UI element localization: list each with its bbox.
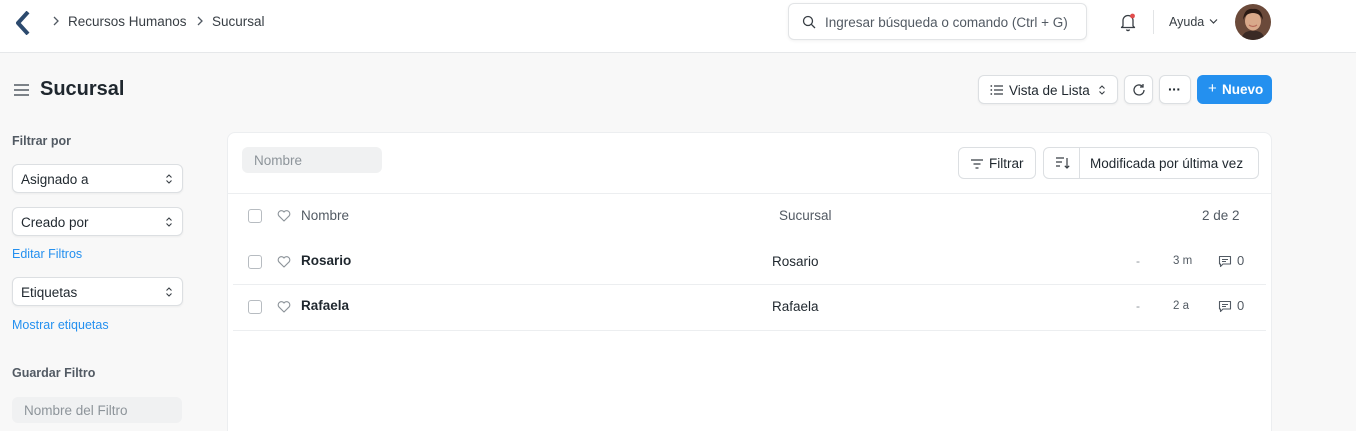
sort-selector: Modificada por última vez (1043, 147, 1259, 179)
chevron-down-icon[interactable] (1209, 18, 1218, 25)
tags-label: Etiquetas (21, 285, 78, 300)
list-header-row: Nombre Sucursal 2 de 2 (233, 193, 1266, 239)
list-card: Filtrar Modificada por última vez Nombre… (227, 132, 1272, 431)
filter-by-heading: Filtrar por (12, 134, 72, 148)
row-branch: Rosario (772, 254, 819, 269)
search-bar[interactable] (788, 3, 1087, 40)
select-arrows-icon (166, 287, 172, 297)
heart-icon[interactable] (277, 300, 291, 313)
more-icon: ··· (1168, 81, 1181, 97)
row-dash: - (1136, 254, 1140, 268)
row-modified: 3 m (1173, 255, 1193, 267)
chevron-right-icon (53, 16, 59, 26)
row-name[interactable]: Rosario (301, 253, 351, 268)
heart-icon[interactable] (277, 255, 291, 268)
sort-descending-icon (1056, 157, 1070, 169)
row-checkbox[interactable] (248, 300, 262, 314)
navbar: Recursos Humanos Sucursal Ayuda (0, 0, 1356, 53)
refresh-button[interactable] (1124, 75, 1153, 104)
column-header-name[interactable]: Nombre (301, 208, 349, 223)
tags-select[interactable]: Etiquetas (12, 277, 183, 306)
sort-field-button[interactable]: Modificada por última vez (1080, 148, 1258, 178)
new-button-label: Nuevo (1222, 82, 1264, 97)
sidebar-toggle-icon[interactable] (13, 83, 30, 97)
select-all-checkbox[interactable] (248, 209, 262, 223)
created-by-label: Creado por (21, 215, 89, 230)
assigned-to-label: Asignado a (21, 172, 89, 187)
column-header-branch[interactable]: Sucursal (779, 208, 832, 223)
list-row[interactable]: Rafaela Rafaela - 2 a 0 (233, 285, 1266, 331)
row-checkbox[interactable] (248, 255, 262, 269)
comment-icon (1218, 300, 1232, 313)
heart-icon[interactable] (277, 209, 291, 222)
new-button[interactable]: + Nuevo (1197, 75, 1272, 104)
name-filter-input[interactable] (242, 147, 382, 173)
sort-direction-button[interactable] (1044, 148, 1080, 178)
breadcrumb-sucursal[interactable]: Sucursal (212, 14, 265, 29)
select-arrows-icon (1099, 85, 1105, 95)
list-row[interactable]: Rosario Rosario - 3 m 0 (233, 239, 1266, 285)
row-branch: Rafaela (772, 299, 819, 314)
filter-button-label: Filtrar (989, 156, 1024, 171)
help-menu[interactable]: Ayuda (1169, 15, 1204, 29)
created-by-select[interactable]: Creado por (12, 207, 183, 236)
save-filter-heading: Guardar Filtro (12, 366, 96, 380)
row-dash: - (1136, 299, 1140, 313)
filter-icon (971, 159, 983, 169)
sort-field-label: Modificada por última vez (1090, 156, 1244, 171)
row-modified: 2 a (1173, 300, 1189, 312)
more-actions-button[interactable]: ··· (1159, 75, 1191, 104)
select-arrows-icon (166, 174, 172, 184)
filter-name-input[interactable] (12, 397, 182, 423)
row-comment-count: 0 (1237, 253, 1245, 268)
comment-icon (1218, 255, 1232, 268)
row-comment-count: 0 (1237, 298, 1245, 313)
list-icon (990, 85, 1003, 95)
row-name[interactable]: Rafaela (301, 298, 349, 313)
user-avatar[interactable] (1235, 4, 1271, 40)
list-view-selector[interactable]: Vista de Lista (978, 75, 1118, 104)
breadcrumb-recursos-humanos[interactable]: Recursos Humanos (68, 14, 187, 29)
notification-bell-icon[interactable] (1119, 12, 1137, 32)
avatar-image (1235, 4, 1271, 40)
refresh-icon (1133, 84, 1145, 96)
filter-button[interactable]: Filtrar (958, 147, 1036, 179)
page-title: Sucursal (40, 78, 125, 100)
plus-icon: + (1208, 80, 1217, 97)
select-arrows-icon (166, 217, 172, 227)
search-input[interactable] (825, 12, 1080, 32)
navbar-divider (1153, 10, 1154, 34)
edit-filters-link[interactable]: Editar Filtros (12, 247, 82, 261)
assigned-to-select[interactable]: Asignado a (12, 164, 183, 193)
search-icon (802, 15, 816, 29)
app-logo-icon[interactable] (16, 11, 34, 35)
chevron-right-icon (197, 16, 203, 26)
show-tags-link[interactable]: Mostrar etiquetas (12, 318, 109, 332)
list-view-label: Vista de Lista (1009, 83, 1090, 98)
record-count: 2 de 2 (1202, 208, 1240, 223)
